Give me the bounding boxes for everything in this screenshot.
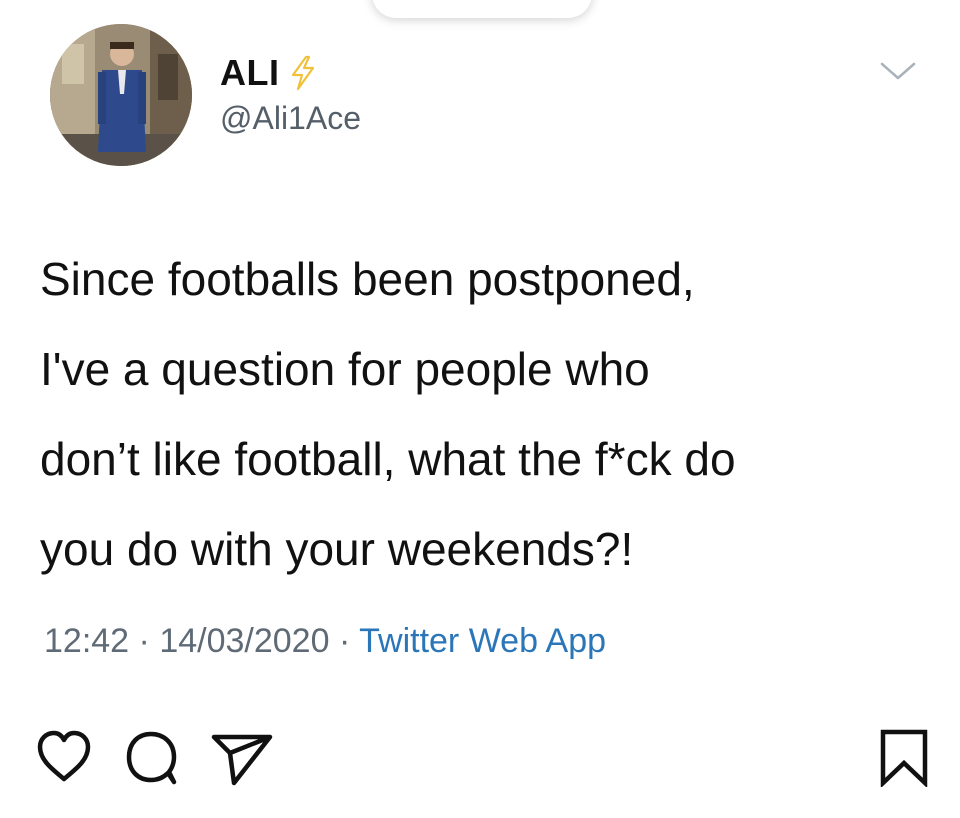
tweet-date: 14/03/2020 [159,622,330,660]
bookmark-icon[interactable] [878,727,930,787]
meta-separator: · [138,622,150,660]
lightning-bolt-icon [288,55,318,91]
tweet-source-link[interactable]: Twitter Web App [359,622,606,660]
chevron-down-icon[interactable] [878,58,918,82]
tweet-meta: 12:42 · 14/03/2020 · Twitter Web App [44,622,606,661]
tweet-text: Since footballs been postponed, I've a q… [40,253,736,575]
tweet-time: 12:42 [44,622,130,660]
post-screenshot: ALI @Ali1Ace Since footballs been postpo… [0,0,960,818]
avatar[interactable] [50,24,192,166]
heart-icon[interactable] [34,727,94,787]
user-handle[interactable]: @Ali1Ace [220,100,361,137]
top-pill-decoration [372,0,592,18]
user-name[interactable]: ALI [220,52,280,94]
comment-icon[interactable] [124,727,180,787]
paper-plane-icon[interactable] [208,727,274,787]
user-name-row: ALI [220,52,318,94]
meta-separator: · [338,622,351,660]
